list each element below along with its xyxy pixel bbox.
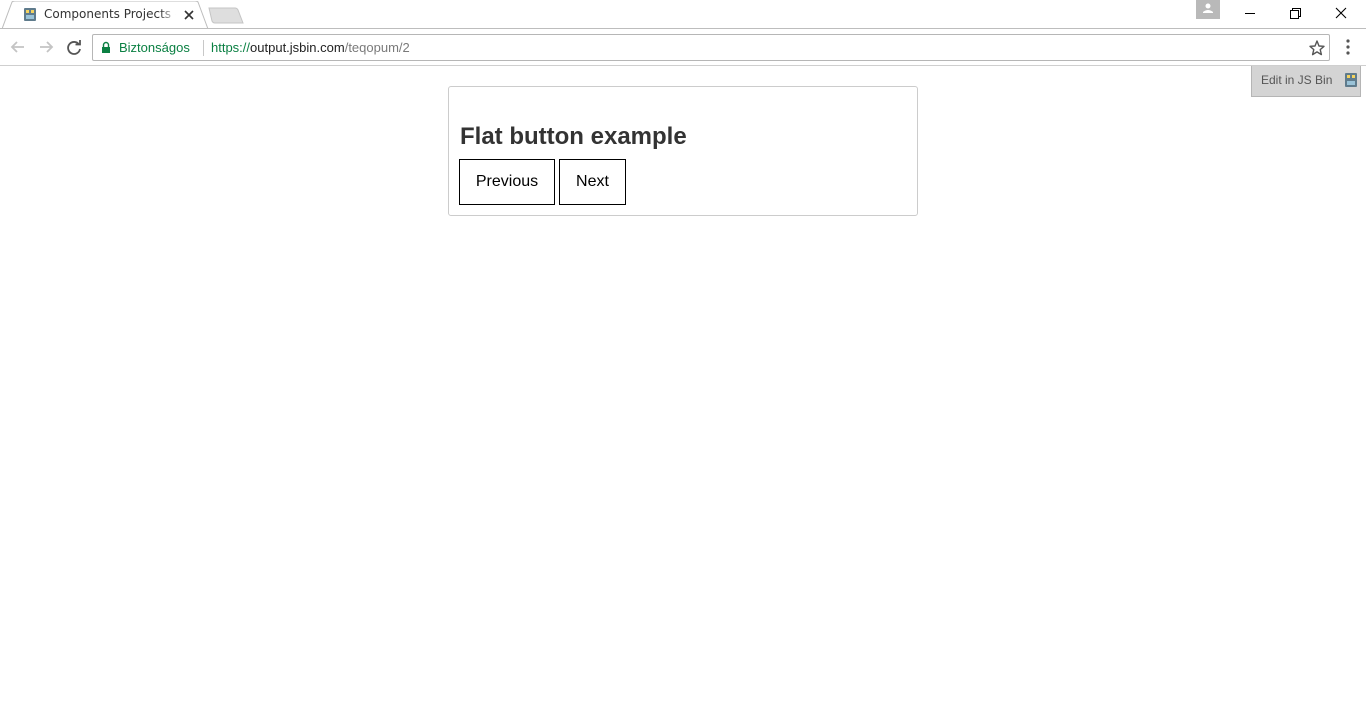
person-icon (1203, 3, 1213, 13)
forward-arrow-icon[interactable] (35, 36, 57, 58)
kebab-menu-icon[interactable] (1338, 37, 1358, 57)
omnibox-divider (203, 40, 204, 56)
jsbin-icon (24, 8, 36, 21)
close-icon (1335, 7, 1347, 19)
reload-icon[interactable] (63, 36, 85, 58)
back-arrow-icon[interactable] (7, 36, 29, 58)
restore-icon (1290, 8, 1301, 19)
title-bar: Components Projects - Bin (0, 0, 1366, 29)
tab-title: Components Projects - Bin (44, 7, 176, 21)
previous-button[interactable]: Previous (459, 159, 555, 205)
url-path: /teqopum/2 (344, 40, 410, 55)
url-text[interactable]: https://output.jsbin.com/teqopum/2 (211, 40, 410, 55)
url-host: output.jsbin.com (250, 40, 345, 55)
url-scheme: https:// (211, 40, 251, 55)
minimize-icon (1245, 13, 1255, 14)
next-button[interactable]: Next (559, 159, 626, 205)
jsbin-icon (1345, 73, 1357, 87)
close-window-button[interactable] (1319, 0, 1365, 28)
restore-button[interactable] (1273, 0, 1319, 28)
example-card: Flat button example Previous Next (448, 86, 918, 216)
profile-button[interactable] (1196, 0, 1220, 19)
secure-label: Biztonságos (119, 40, 190, 55)
lock-icon (102, 41, 110, 53)
address-bar[interactable]: Biztonságos https://output.jsbin.com/teq… (92, 34, 1330, 61)
bookmark-star-icon[interactable] (1308, 39, 1326, 57)
edit-in-jsbin-button[interactable]: Edit in JS Bin (1251, 66, 1361, 97)
minimize-button[interactable] (1227, 0, 1273, 28)
new-tab-button[interactable] (208, 7, 244, 24)
close-tab-icon[interactable] (182, 8, 196, 22)
edit-in-jsbin-label: Edit in JS Bin (1261, 73, 1333, 87)
page-content: Flat button example Previous Next Edit i… (0, 66, 1366, 727)
page-title: Flat button example (460, 123, 687, 150)
browser-toolbar: Biztonságos https://output.jsbin.com/teq… (0, 28, 1366, 66)
